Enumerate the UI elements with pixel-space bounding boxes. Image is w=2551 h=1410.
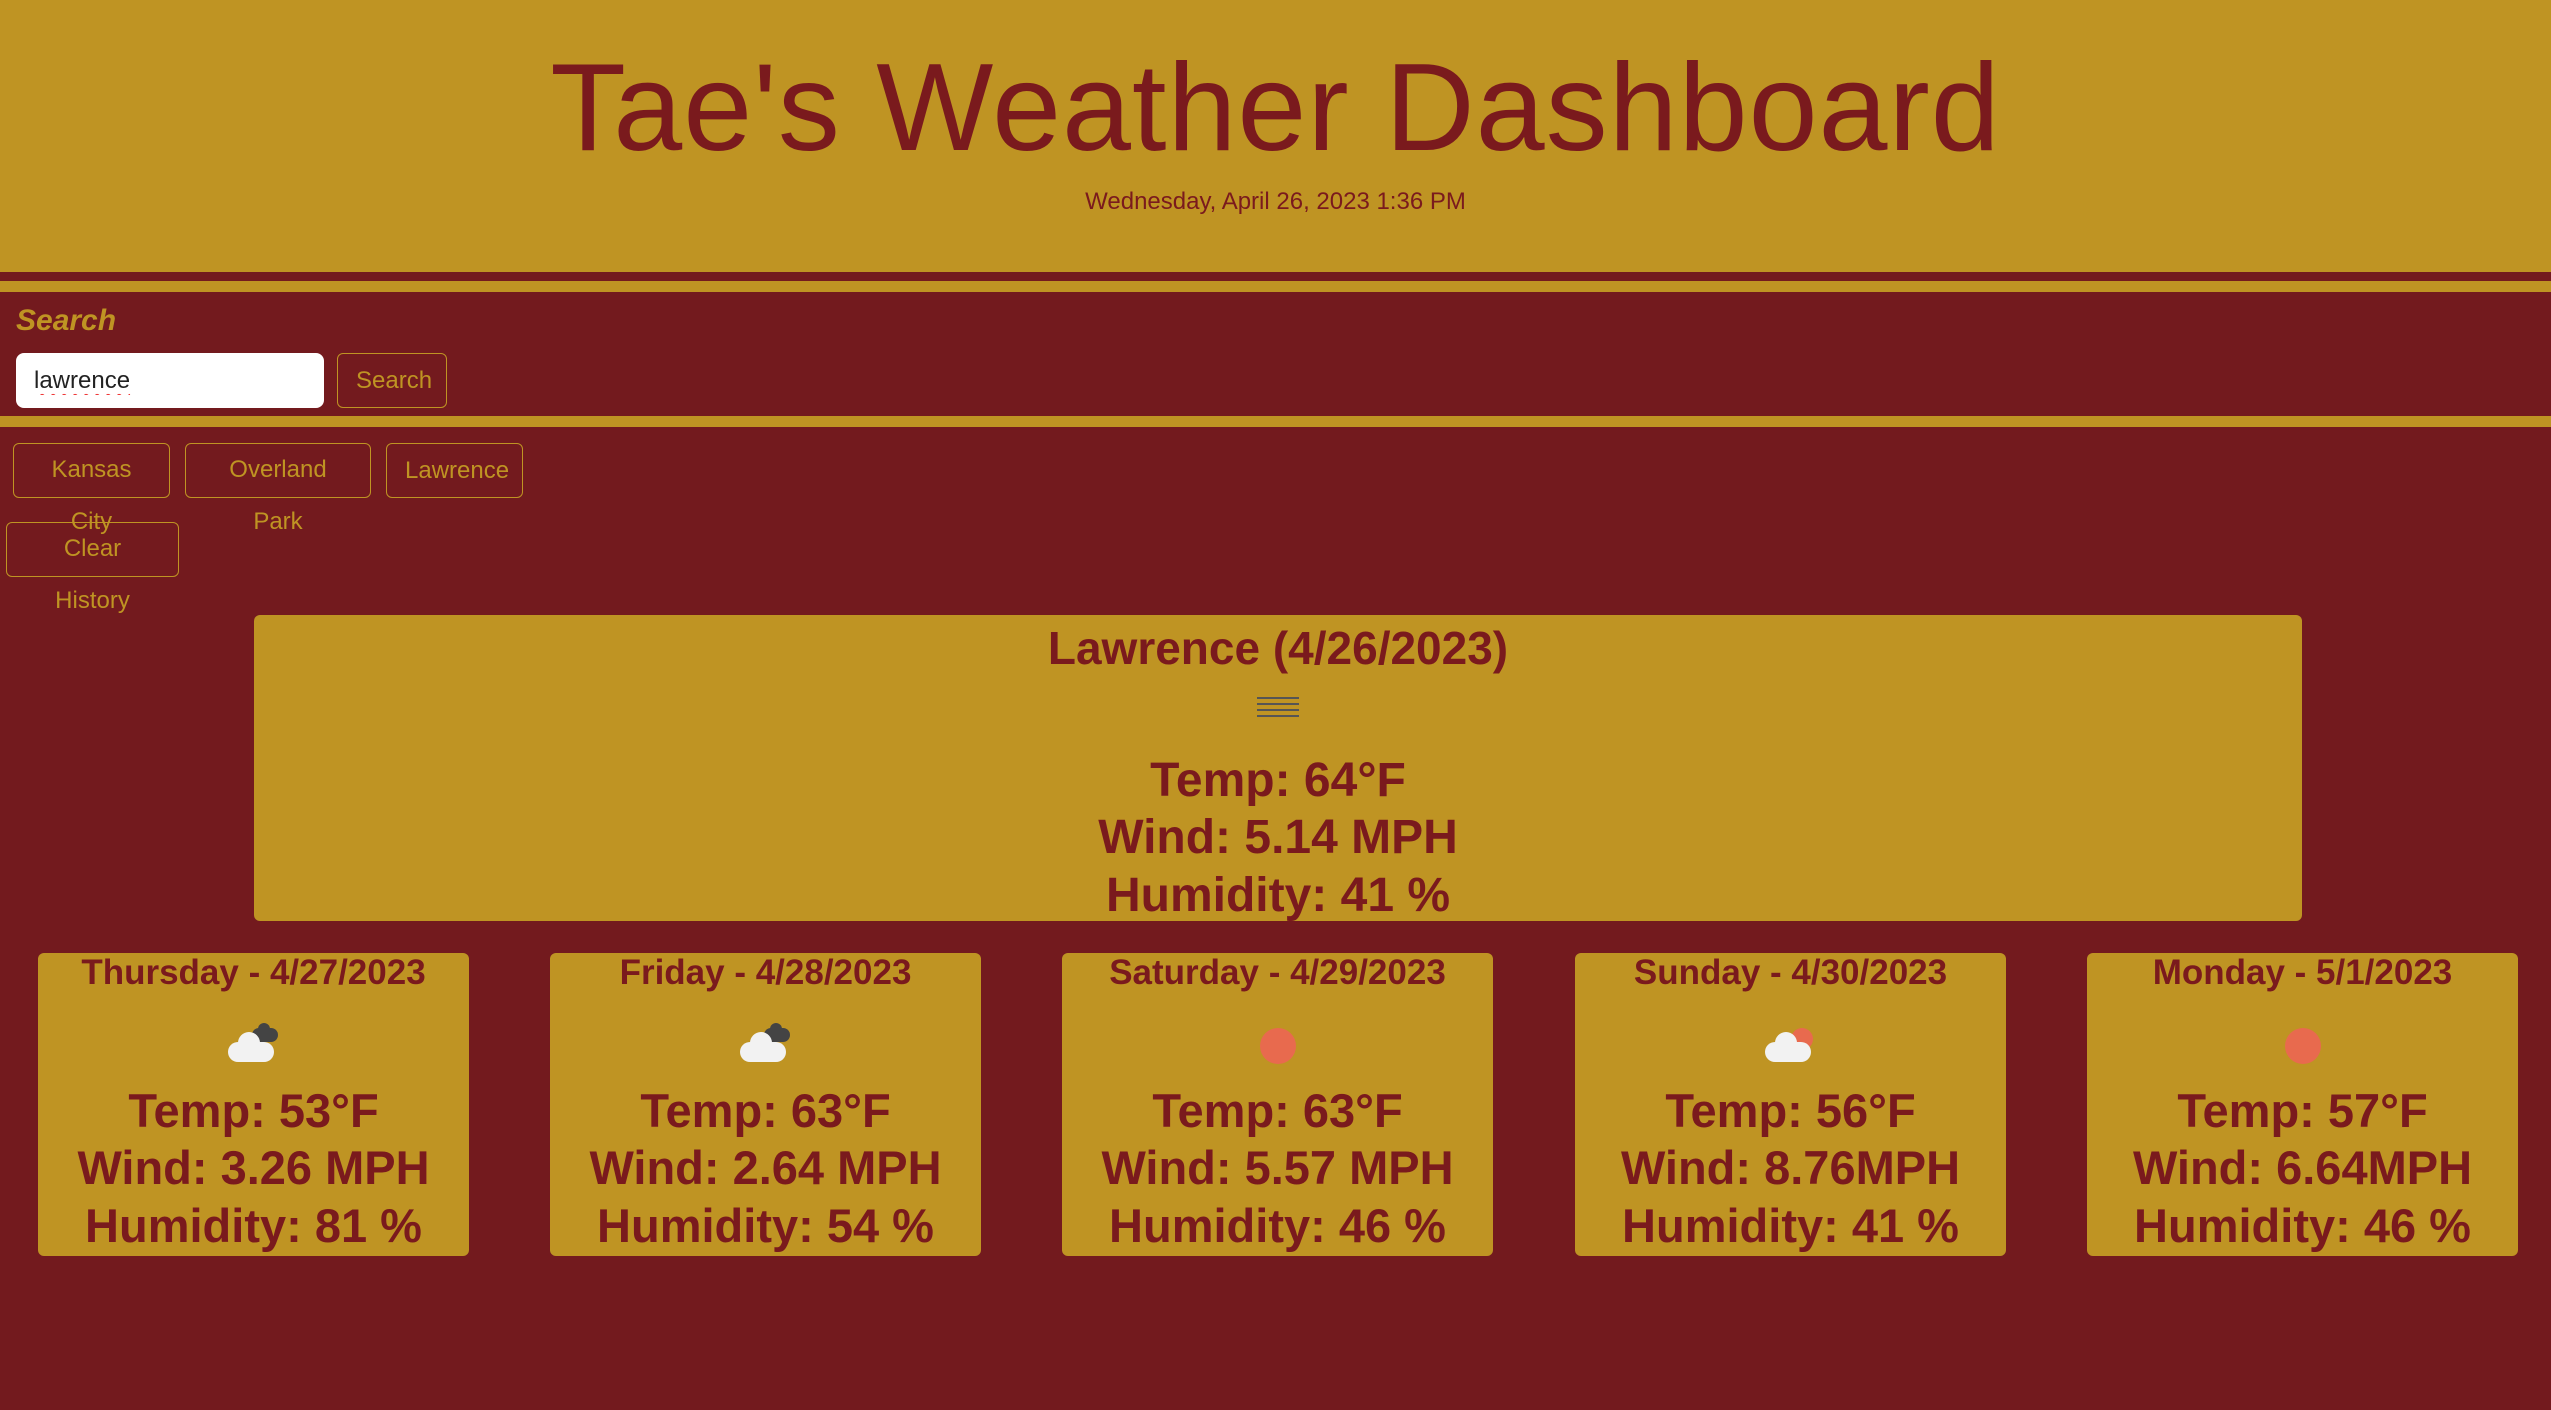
forecast-card: Thursday - 4/27/2023 Temp: 53°F Wind: 3.…: [38, 953, 469, 1256]
forecast-wind: Wind: 8.76MPH: [1620, 1141, 1961, 1194]
forecast-humidity: Humidity: 41 %: [1622, 1199, 1959, 1252]
forecast-card: Monday - 5/1/2023 Temp: 57°F Wind: 6.64M…: [2087, 953, 2518, 1256]
page-header: Tae's Weather Dashboard Wednesday, April…: [0, 0, 2551, 272]
search-label: Search: [16, 304, 117, 337]
forecast-wind: Wind: 2.64 MPH: [589, 1141, 942, 1194]
current-temp: Temp: 64°F: [1150, 754, 1406, 807]
forecast-temp: Temp: 63°F: [640, 1084, 891, 1137]
partly-cloudy-icon: [1765, 1028, 1817, 1064]
forecast-date: Sunday - 4/30/2023: [1633, 953, 1948, 992]
broken-clouds-icon: [740, 1023, 792, 1064]
page-title: Tae's Weather Dashboard: [550, 39, 2001, 177]
broken-clouds-icon: [228, 1023, 280, 1064]
forecast-humidity: Humidity: 81 %: [85, 1199, 422, 1252]
divider: [0, 416, 2551, 427]
sun-icon: [1252, 1028, 1304, 1064]
history-button-kansas-city[interactable]: Kansas City: [13, 443, 170, 535]
mist-icon: [1257, 697, 1299, 721]
forecast-wind: Wind: 5.57 MPH: [1101, 1141, 1454, 1194]
forecast-wind: Wind: 3.26 MPH: [77, 1141, 430, 1194]
sun-icon: [2277, 1028, 2329, 1064]
forecast-humidity: Humidity: 54 %: [597, 1199, 934, 1252]
current-datetime: Wednesday, April 26, 2023 1:36 PM: [1085, 188, 1466, 215]
forecast-temp: Temp: 57°F: [2177, 1084, 2428, 1137]
forecast-temp: Temp: 53°F: [128, 1084, 379, 1137]
history-button-lawrence[interactable]: Lawrence: [386, 443, 523, 498]
forecast-date: Monday - 5/1/2023: [2152, 953, 2453, 992]
forecast-date: Thursday - 4/27/2023: [81, 953, 426, 992]
forecast-wind: Wind: 6.64MPH: [2132, 1141, 2473, 1194]
forecast-date: Friday - 4/28/2023: [619, 953, 912, 992]
history-button-overland-park[interactable]: Overland Park: [185, 443, 371, 535]
current-weather-card: Lawrence (4/26/2023) Temp: 64°F Wind: 5.…: [254, 615, 2302, 922]
current-humidity: Humidity: 41 %: [1105, 869, 1451, 922]
divider: [0, 281, 2551, 292]
clear-history-button[interactable]: Clear History: [6, 522, 179, 614]
forecast-card: Saturday - 4/29/2023 Temp: 63°F Wind: 5.…: [1062, 953, 1493, 1256]
forecast-date: Saturday - 4/29/2023: [1109, 953, 1446, 992]
search-input[interactable]: [16, 353, 324, 408]
forecast-card: Friday - 4/28/2023 Temp: 63°F Wind: 2.64…: [550, 953, 981, 1256]
forecast-temp: Temp: 56°F: [1665, 1084, 1916, 1137]
forecast-humidity: Humidity: 46 %: [2134, 1199, 2471, 1252]
current-city-title: Lawrence (4/26/2023): [1047, 622, 1509, 674]
forecast-card: Sunday - 4/30/2023 Temp: 56°F Wind: 8.76…: [1575, 953, 2006, 1256]
forecast-humidity: Humidity: 46 %: [1109, 1199, 1446, 1252]
search-button[interactable]: Search: [337, 353, 447, 408]
current-wind: Wind: 5.14 MPH: [1098, 811, 1458, 864]
forecast-temp: Temp: 63°F: [1152, 1084, 1403, 1137]
